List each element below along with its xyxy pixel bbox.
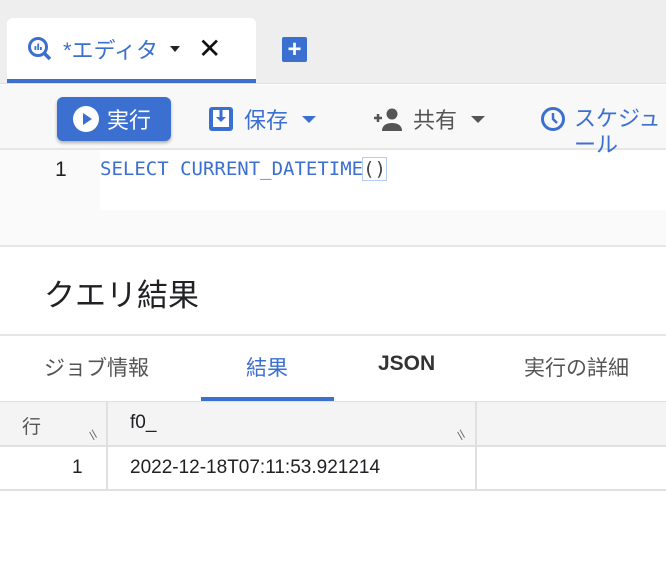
close-tab-icon[interactable]: ✕: [198, 34, 221, 63]
table-header: 行 // f0_ //: [0, 401, 666, 447]
tab-bar: *エディタ ✕ +: [0, 0, 666, 84]
header-f0: f0_: [130, 412, 157, 433]
sql-editor[interactable]: 1 SELECT CURRENT_DATETIME(): [0, 150, 666, 247]
column-divider: [106, 447, 108, 489]
schedule-button[interactable]: スケジュール: [540, 97, 662, 157]
line-number: 1: [55, 158, 67, 181]
results-title: クエリ結果: [44, 278, 199, 313]
column-divider: [475, 402, 477, 446]
new-tab-button[interactable]: +: [282, 37, 307, 62]
play-icon: [73, 106, 99, 132]
save-icon: [209, 107, 233, 131]
tab-menu-caret-icon[interactable]: [170, 45, 181, 52]
save-label: 保存: [244, 108, 289, 133]
share-label: 共有: [413, 108, 458, 133]
share-caret-icon: [471, 115, 486, 123]
save-button[interactable]: 保存: [208, 97, 317, 141]
add-person-icon: [374, 108, 402, 131]
code-text: SELECT CURRENT_DATETIME: [100, 158, 364, 180]
schedule-label: スケジュール: [574, 106, 661, 157]
save-caret-icon: [302, 115, 317, 123]
share-button[interactable]: 共有: [373, 97, 486, 141]
resize-handle-icon[interactable]: //: [454, 428, 469, 443]
column-divider: [475, 447, 477, 489]
code-parens: (): [362, 157, 387, 181]
divider: [0, 334, 666, 336]
run-label: 実行: [107, 108, 152, 133]
tab-title: *エディタ: [63, 37, 159, 63]
column-divider: [106, 402, 108, 446]
tab-job-info[interactable]: ジョブ情報: [44, 352, 149, 382]
tab-editor[interactable]: *エディタ ✕: [7, 18, 256, 83]
table-row: 1 2022-12-18T07:11:53.921214: [0, 447, 666, 491]
tab-json[interactable]: JSON: [378, 352, 435, 376]
tab-execution-details[interactable]: 実行の詳細: [524, 352, 629, 382]
cell-f0: 2022-12-18T07:11:53.921214: [130, 457, 381, 478]
toolbar: 実行 保存 共有 スケジュール: [0, 85, 666, 157]
code-line[interactable]: SELECT CURRENT_DATETIME(): [100, 150, 666, 210]
clock-icon: [541, 107, 565, 131]
resize-handle-icon[interactable]: //: [86, 428, 101, 443]
header-row: 行: [22, 417, 42, 438]
bigquery-search-icon: [28, 36, 52, 60]
tab-results[interactable]: 結果: [246, 352, 288, 382]
run-button[interactable]: 実行: [57, 97, 171, 141]
row-number: 1: [72, 457, 83, 478]
